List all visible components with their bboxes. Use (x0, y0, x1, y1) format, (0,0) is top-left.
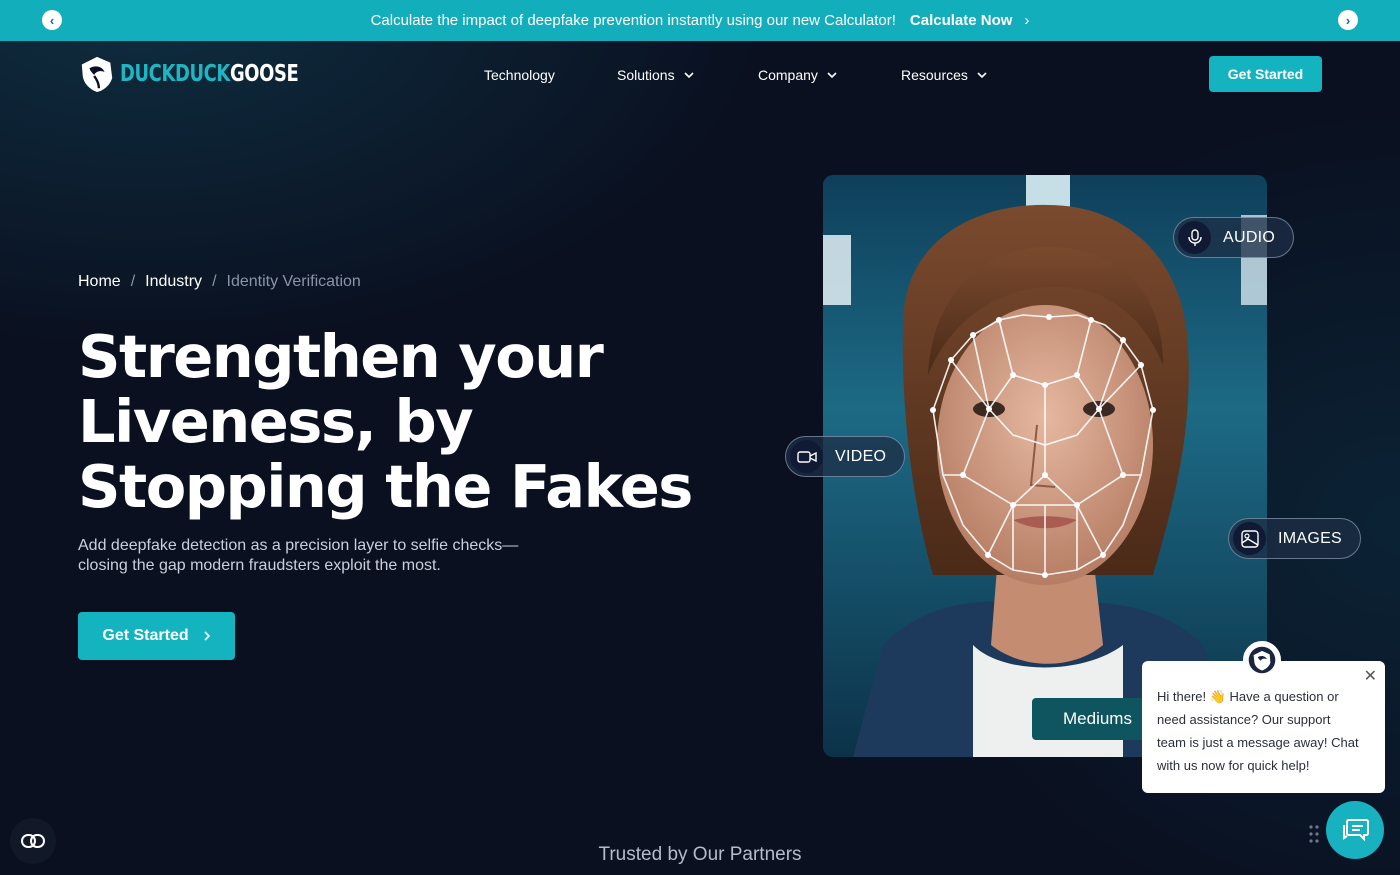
nav-technology-label: Technology (484, 67, 555, 83)
nav-solutions-label: Solutions (617, 67, 675, 83)
chevron-right-icon[interactable]: › (1338, 10, 1358, 30)
nav-solutions[interactable]: Solutions (617, 67, 695, 83)
chevron-left-icon[interactable]: ‹ (42, 10, 62, 30)
breadcrumb-current: Identity Verification (226, 273, 361, 290)
hero-title-line: Liveness, by (78, 387, 474, 456)
goose-logo-icon (1248, 646, 1276, 674)
nav-company[interactable]: Company (758, 67, 838, 83)
hero-subtitle-line: Add deepfake detection as a precision la… (78, 537, 519, 554)
chat-message-line: with us now for quick help! (1157, 758, 1310, 773)
calculate-now-label: Calculate Now (909, 12, 1013, 29)
announcement-bar: ‹ Calculate the impact of deepfake preve… (0, 0, 1400, 41)
logo-part-1: DUCKDUCK (120, 61, 230, 87)
chevron-down-icon (684, 72, 694, 79)
hero-get-started-label: Get Started (102, 627, 189, 644)
nav-technology[interactable]: Technology (484, 67, 555, 83)
partners-heading: Trusted by Our Partners (598, 844, 802, 865)
video-chip-label: VIDEO (835, 447, 887, 465)
hero-title: Strengthen your Liveness, by Stopping th… (78, 324, 698, 519)
hero-subtitle: Add deepfake detection as a precision la… (78, 536, 558, 576)
chevron-right-icon: › (1024, 12, 1030, 29)
chevron-right-icon (204, 631, 210, 641)
nav-company-label: Company (758, 67, 818, 83)
close-icon[interactable]: ✕ (1364, 665, 1377, 688)
breadcrumb-industry[interactable]: Industry (145, 273, 202, 291)
chat-message-line: team is just a message away! Chat (1157, 735, 1359, 750)
chat-icon (1343, 819, 1369, 842)
hero-get-started-button[interactable]: Get Started (78, 612, 235, 660)
nav-resources[interactable]: Resources (901, 67, 988, 83)
logo[interactable]: DUCKDUCKGOOSE (78, 55, 349, 93)
breadcrumb-home[interactable]: Home (78, 273, 121, 291)
announcement-message: Calculate the impact of deepfake prevent… (370, 12, 896, 29)
site-header: DUCKDUCKGOOSE Technology Solutions Compa… (0, 41, 1400, 109)
drag-handle-icon[interactable] (1308, 824, 1320, 844)
breadcrumb-separator: / (130, 273, 136, 290)
logo-part-2: GOOSE (229, 61, 299, 87)
chevron-down-icon (977, 72, 987, 79)
mediums-label: Mediums (1032, 698, 1152, 740)
calculate-now-link[interactable]: Calculate Now › (910, 12, 1030, 29)
header-get-started-button[interactable]: Get Started (1209, 56, 1322, 92)
audio-chip: AUDIO (1173, 217, 1295, 258)
audio-chip-label: AUDIO (1223, 228, 1276, 246)
goose-logo-icon (81, 56, 113, 93)
video-chip: VIDEO (785, 436, 906, 477)
hero-title-line: Stopping the Fakes (78, 452, 693, 521)
breadcrumb: Home / Industry / Identity Verification (78, 273, 361, 291)
images-chip-label: IMAGES (1278, 529, 1343, 547)
image-icon (1233, 522, 1266, 555)
chat-message-line: Hi there! 👋 Have a question or (1157, 689, 1339, 704)
hero-subtitle-line: closing the gap modern fraudsters exploi… (78, 557, 441, 574)
chat-message-popup[interactable]: ✕ Hi there! 👋 Have a question or need as… (1142, 661, 1385, 793)
hero-title-line: Strengthen your (78, 322, 604, 391)
microphone-icon (1178, 221, 1211, 254)
logo-wordmark: DUCKDUCKGOOSE (120, 61, 299, 87)
video-camera-icon (790, 440, 823, 473)
chat-message-line: need assistance? Our support (1157, 712, 1331, 727)
nav-resources-label: Resources (901, 67, 968, 83)
chevron-down-icon (827, 72, 837, 79)
images-chip: IMAGES (1228, 518, 1362, 559)
breadcrumb-separator: / (212, 273, 217, 290)
support-avatar (1243, 641, 1281, 679)
